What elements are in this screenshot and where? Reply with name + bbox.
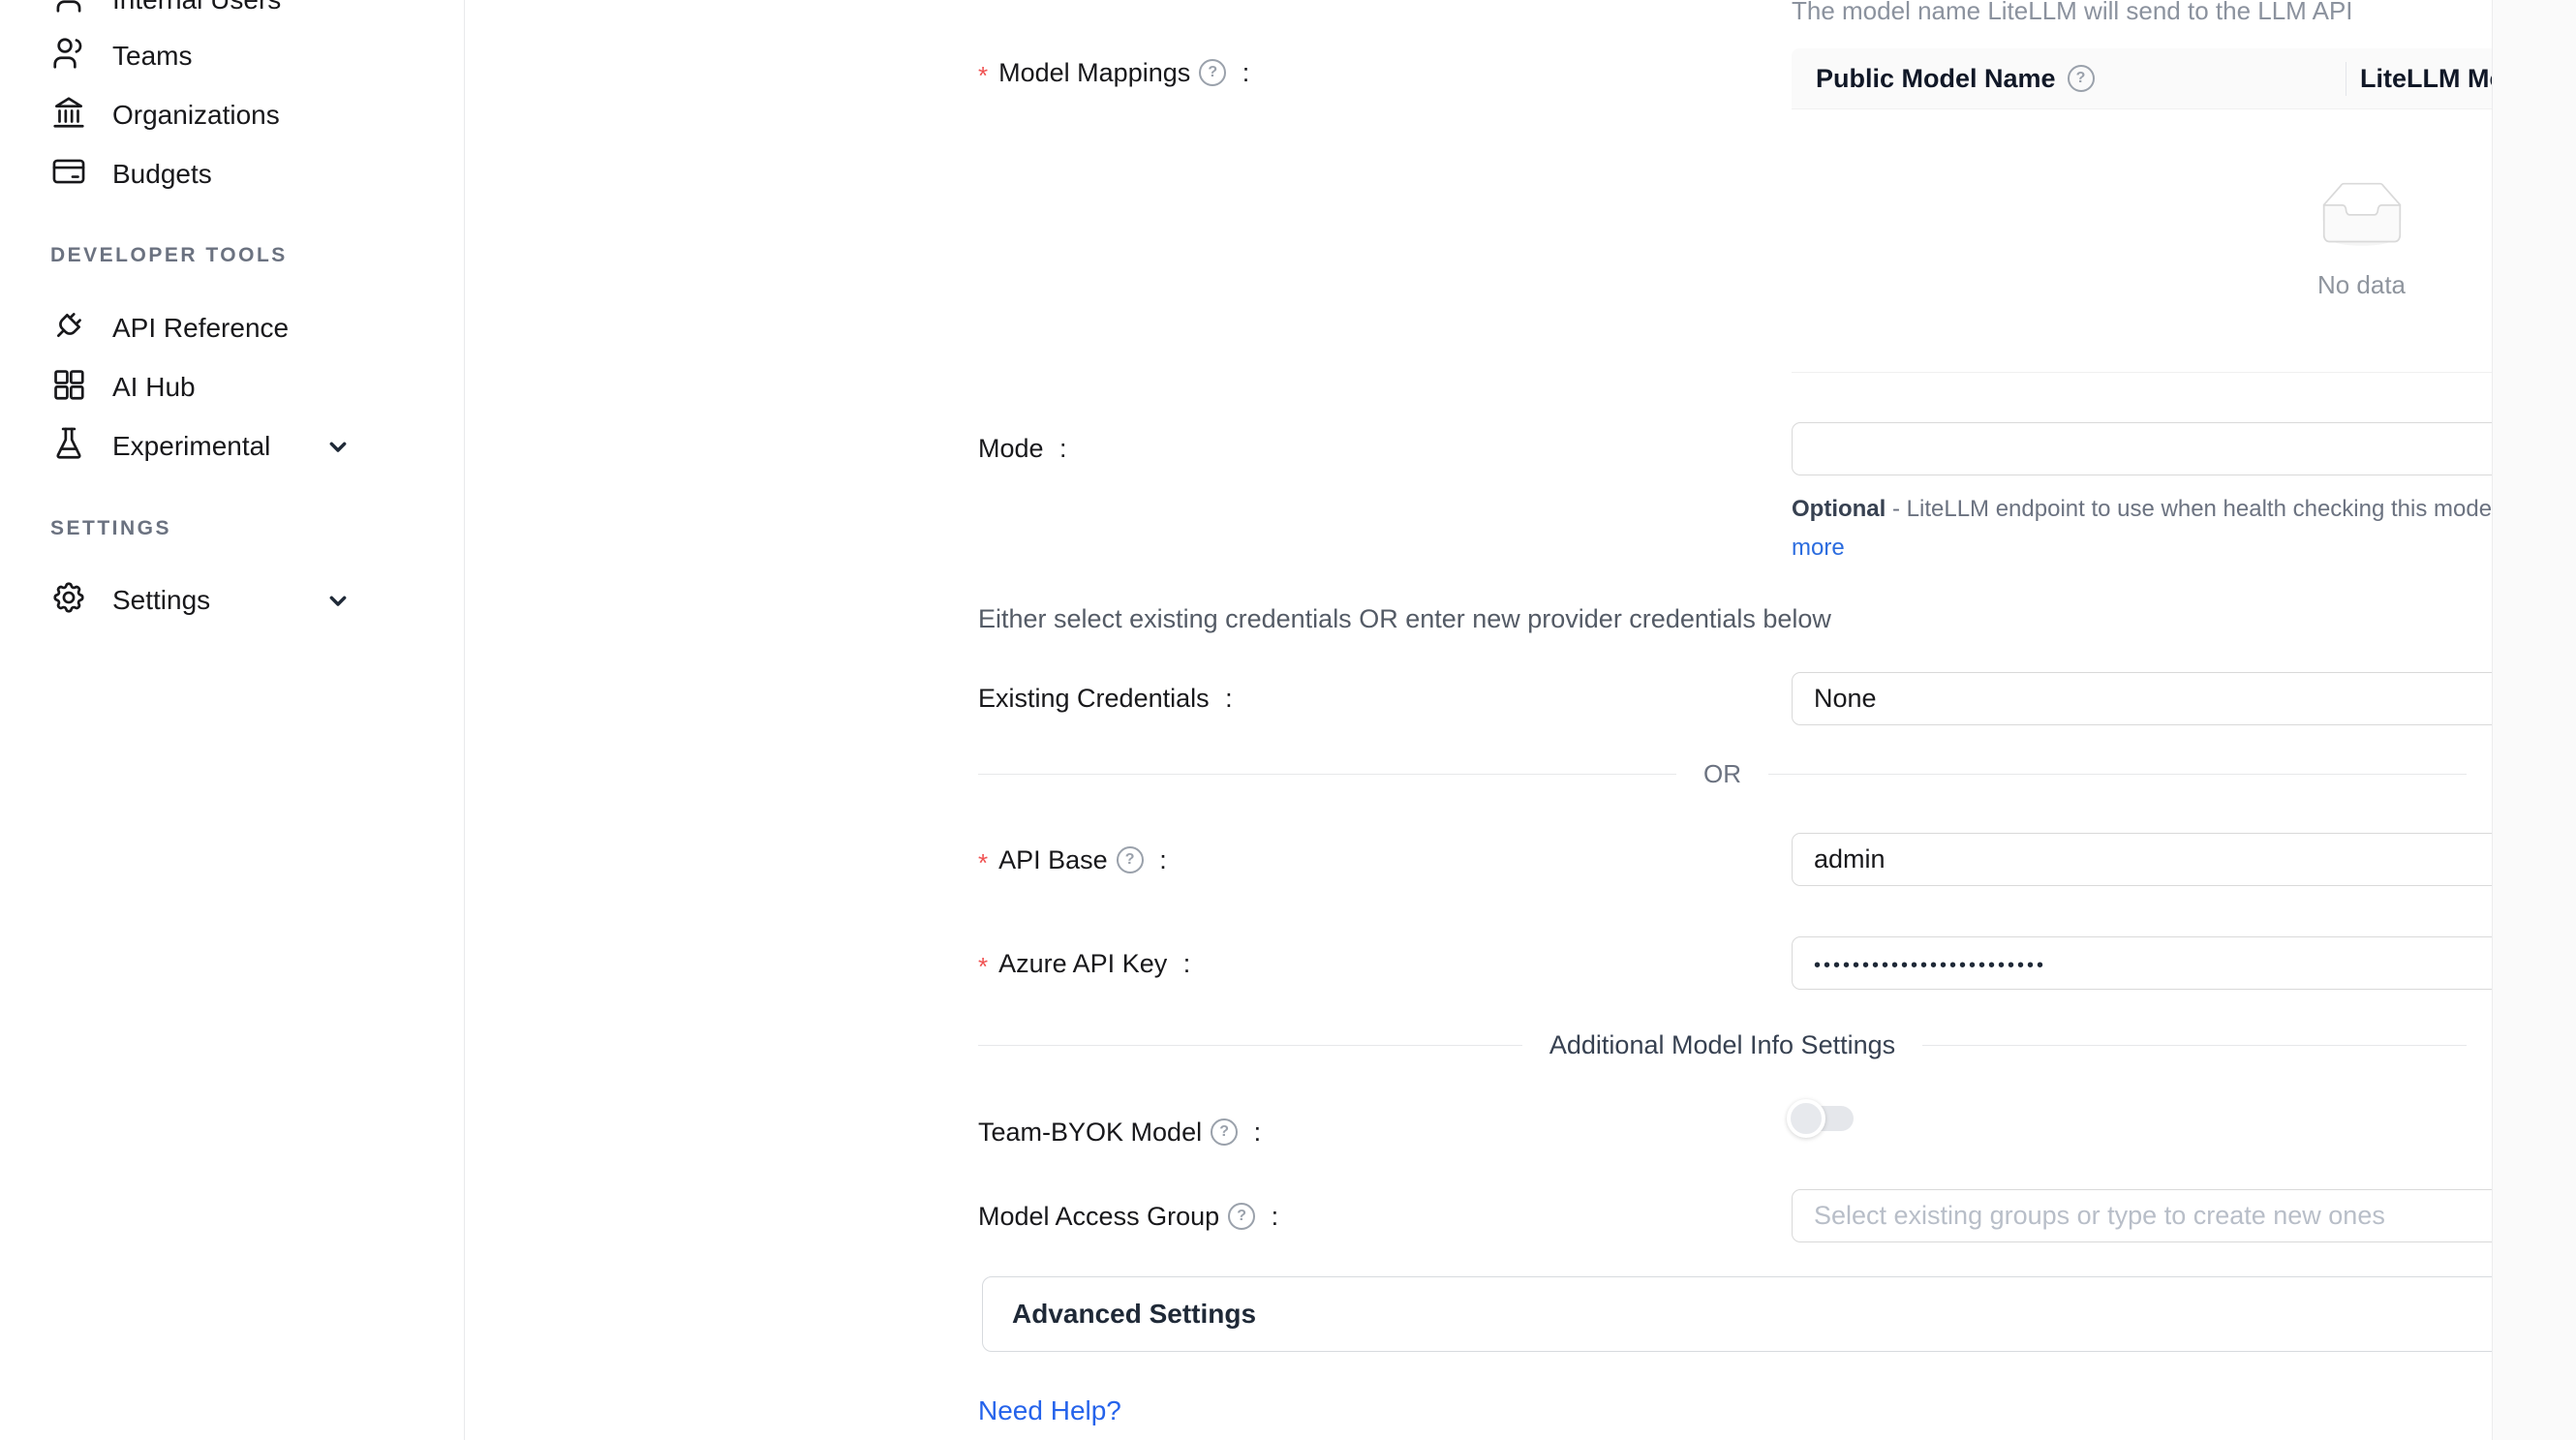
sidebar-section-settings: SETTINGS — [50, 517, 171, 540]
existing-credentials-select[interactable]: None — [1792, 672, 2576, 725]
sidebar-item-budgets[interactable]: Budgets — [0, 145, 465, 203]
credit-card-icon — [50, 153, 87, 197]
team-byok-label: Team-BYOK Model — [978, 1114, 1261, 1150]
sidebar-item-api-reference[interactable]: API Reference — [0, 299, 465, 357]
chevron-down-icon — [322, 431, 353, 462]
api-base-label: API Base — [978, 842, 1167, 878]
toggle-handle — [1787, 1099, 1825, 1138]
advanced-settings-panel[interactable]: Advanced Settings — [982, 1276, 2576, 1352]
empty-inbox-icon — [2309, 182, 2415, 255]
masked-password: •••••••••••••••••••••••• — [1814, 955, 2046, 977]
table-header-public-model-name: Public Model Name — [1792, 48, 2346, 108]
help-circle-icon[interactable] — [1211, 1118, 1238, 1146]
azure-api-key-label: Azure API Key — [978, 945, 1190, 982]
bank-icon — [50, 94, 87, 138]
additional-settings-divider: Additional Model Info Settings — [978, 1030, 2467, 1060]
sidebar-item-organizations[interactable]: Organizations — [0, 86, 465, 144]
model-access-group-label: Model Access Group — [978, 1198, 1278, 1235]
no-data-text: No data — [2317, 270, 2406, 300]
sidebar-item-teams[interactable]: Teams — [0, 27, 465, 85]
add-model-form: The model name LiteLLM will send to the … — [465, 0, 2492, 1440]
page-background-strip — [2492, 0, 2576, 1440]
sidebar-item-experimental[interactable]: Experimental — [0, 417, 465, 475]
mode-select[interactable] — [1792, 422, 2576, 475]
mode-label: Mode — [978, 430, 1067, 467]
sidebar: Internal Users Teams Organizations Budge… — [0, 0, 465, 1440]
model-mappings-label: Model Mappings — [978, 54, 1249, 91]
litellm-model-note: The model name LiteLLM will send to the … — [1792, 0, 2353, 26]
help-circle-icon[interactable] — [2068, 65, 2095, 92]
sidebar-item-settings[interactable]: Settings — [0, 571, 465, 629]
gear-icon — [50, 579, 87, 623]
sidebar-section-developer-tools: DEVELOPER TOOLS — [50, 244, 288, 267]
help-circle-icon[interactable] — [1199, 59, 1226, 86]
users-icon — [50, 35, 87, 78]
sidebar-item-label: Budgets — [112, 159, 212, 190]
grid-icon — [50, 366, 87, 410]
sidebar-item-label: API Reference — [112, 313, 289, 344]
sidebar-item-label: Internal Users — [112, 0, 281, 15]
sidebar-item-label: Settings — [112, 585, 210, 616]
user-icon — [50, 0, 87, 22]
chevron-down-icon — [322, 585, 353, 616]
sidebar-item-label: Organizations — [112, 100, 280, 131]
table-header-row: Public Model Name LiteLLM Model Name — [1792, 48, 2576, 109]
sidebar-item-ai-hub[interactable]: AI Hub — [0, 358, 465, 416]
model-mappings-table: Public Model Name LiteLLM Model Name No … — [1792, 48, 2576, 373]
need-help-link[interactable]: Need Help? — [978, 1395, 1121, 1426]
sidebar-item-label: AI Hub — [112, 372, 196, 403]
existing-credentials-label: Existing Credentials — [978, 680, 1233, 717]
table-empty-state: No data — [1792, 109, 2576, 373]
sidebar-item-label: Experimental — [112, 431, 270, 462]
sidebar-item-label: Teams — [112, 41, 192, 72]
credentials-note: Either select existing credentials OR en… — [978, 604, 1831, 634]
help-circle-icon[interactable] — [1117, 846, 1144, 873]
model-access-group-select[interactable]: Select existing groups or type to create… — [1792, 1189, 2576, 1242]
api-base-input[interactable]: admin — [1792, 833, 2576, 886]
help-circle-icon[interactable] — [1228, 1203, 1255, 1230]
mode-help-text: Optional - LiteLLM endpoint to use when … — [1792, 490, 2576, 567]
or-divider: OR — [978, 759, 2467, 789]
plug-icon — [50, 307, 87, 351]
sidebar-item-internal-users[interactable]: Internal Users — [0, 0, 465, 29]
team-byok-toggle[interactable] — [1794, 1106, 1854, 1131]
azure-api-key-input[interactable]: •••••••••••••••••••••••• — [1792, 936, 2576, 990]
flask-icon — [50, 425, 87, 469]
